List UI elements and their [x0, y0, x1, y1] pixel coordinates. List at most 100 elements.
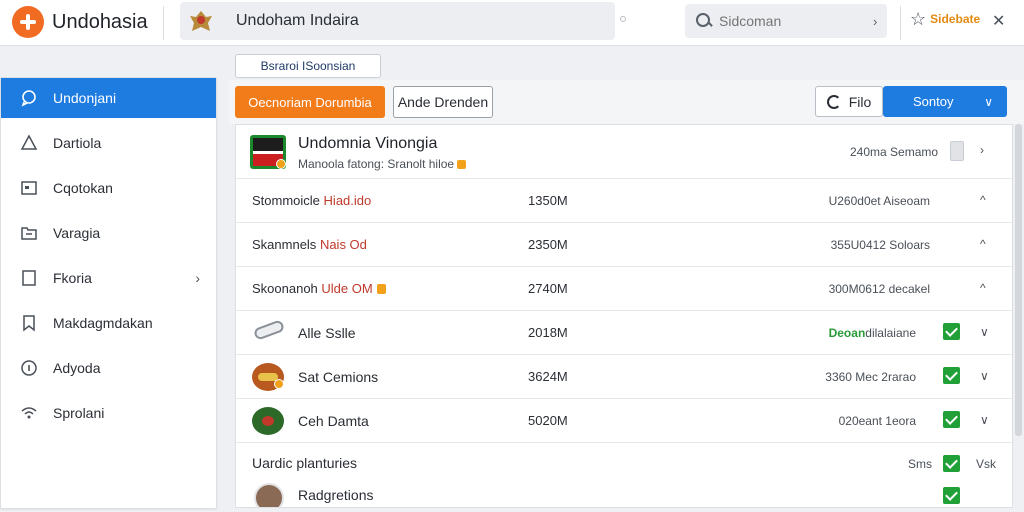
- sidebar-item-undonjani[interactable]: Undonjani: [1, 78, 216, 118]
- table-row[interactable]: Stommoicle Hiad.ido 1350M U260d0et Aiseo…: [236, 179, 1012, 223]
- sidebar-item-label: Sprolani: [53, 405, 105, 421]
- sidebar-item-cqotokan[interactable]: Cqotokan: [1, 168, 216, 208]
- item-name: Radgretions: [298, 487, 374, 503]
- tag-icon: [376, 284, 386, 294]
- item-name: Alle Sslle: [298, 325, 356, 341]
- sort-dropdown-button[interactable]: Sontoy ∨: [883, 86, 1007, 117]
- sidebar-item-sprolani[interactable]: Sprolani: [1, 393, 216, 433]
- item-meta: Deoandilalaiane: [828, 326, 916, 340]
- favorite-button[interactable]: ☆ Sidebate: [910, 10, 980, 28]
- list-item[interactable]: Alle Sslle 2018M Deoandilalaiane ∨: [236, 311, 1012, 355]
- document-icon[interactable]: [950, 141, 964, 161]
- section-meta: Sms: [908, 457, 932, 471]
- item-size: 3624M: [528, 369, 568, 384]
- table-row[interactable]: Skoonanoh Ulde OM 2740M 300M0612 decakel…: [236, 267, 1012, 311]
- sidebar-item-label: Dartiola: [53, 135, 102, 151]
- app-logo[interactable]: Undohasia: [12, 6, 148, 38]
- secondary-action-button[interactable]: Ande Drenden: [393, 86, 493, 118]
- sidebar: Undonjani Dartiola Cqotokan Varagia Fkor…: [0, 77, 217, 509]
- triangle-icon: [19, 133, 39, 153]
- avatar: [254, 483, 284, 507]
- checkbox-checked[interactable]: [943, 455, 960, 472]
- row-name: Skanmnels Nais Od: [252, 237, 367, 252]
- divider: [900, 6, 901, 40]
- primary-action-button[interactable]: Oecnoriam Dorumbia: [235, 86, 385, 118]
- sidebar-item-label: Varagia: [53, 225, 101, 241]
- chevron-up-icon[interactable]: ^: [980, 237, 986, 251]
- chevron-down-icon: ∨: [984, 94, 993, 109]
- chevron-down-icon[interactable]: ∨: [980, 413, 989, 427]
- sort-label: Sontoy: [913, 94, 954, 109]
- pill-icon: [252, 319, 286, 341]
- chevron-up-icon[interactable]: ^: [980, 193, 986, 207]
- chat-icon: [19, 88, 39, 108]
- panel-header[interactable]: Undomnia Vinongia Manoola fatong: Sranol…: [236, 125, 1012, 179]
- sidebar-item-adyoda[interactable]: Adyoda: [1, 348, 216, 388]
- sidebar-item-makdagmdakan[interactable]: Makdagmdakan: [1, 303, 216, 343]
- item-meta: 3360 Mec 2rarao: [825, 370, 916, 384]
- row-size: 2350M: [528, 237, 568, 252]
- bookmark-icon: [19, 313, 39, 333]
- checkbox-checked[interactable]: [943, 487, 960, 504]
- window-title: Undoham Indaira: [236, 12, 359, 29]
- search-box[interactable]: ›: [685, 4, 887, 38]
- document-icon: [19, 268, 39, 288]
- checkbox-checked[interactable]: [943, 367, 960, 384]
- chevron-right-icon[interactable]: ›: [873, 14, 877, 29]
- top-bar: Undohasia Undoham Indaira › ☆ Sidebate ✕: [0, 0, 1024, 46]
- section-title: Uardic planturies: [252, 455, 358, 471]
- filter-button[interactable]: Filo: [815, 86, 883, 117]
- logo-icon: [12, 6, 44, 38]
- chevron-up-icon[interactable]: ^: [980, 281, 986, 295]
- sidebar-item-label: Makdagmdakan: [53, 315, 153, 331]
- window-title-field[interactable]: Undoham Indaira: [180, 2, 615, 40]
- close-icon[interactable]: ✕: [992, 11, 1005, 31]
- search-input[interactable]: [719, 13, 859, 29]
- chevron-down-icon[interactable]: ∨: [980, 369, 989, 383]
- content-panel: Undomnia Vinongia Manoola fatong: Sranol…: [235, 124, 1013, 508]
- table-row[interactable]: Skanmnels Nais Od 2350M 355U0412 Soloars…: [236, 223, 1012, 267]
- sidebar-item-varagia[interactable]: Varagia: [1, 213, 216, 253]
- badge-icon: [276, 159, 286, 169]
- image-icon: [19, 178, 39, 198]
- emblem-icon: [186, 7, 216, 35]
- filter-label: Filo: [848, 93, 872, 110]
- row-meta: 355U0412 Soloars: [830, 238, 930, 252]
- chevron-right-icon[interactable]: ›: [980, 143, 984, 157]
- item-size: 2018M: [528, 325, 568, 340]
- list-item[interactable]: Ceh Damta 5020M 020eant 1eora ∨: [236, 399, 1012, 443]
- divider: [163, 6, 164, 40]
- list-item[interactable]: Sat Cemions 3624M 3360 Mec 2rarao ∨: [236, 355, 1012, 399]
- herb-icon: [252, 407, 284, 435]
- row-meta: U260d0et Aiseoam: [828, 194, 930, 208]
- sidebar-item-label: Adyoda: [53, 360, 101, 376]
- item-name: Sat Cemions: [298, 369, 379, 385]
- sidebar-item-label: Undonjani: [53, 90, 117, 106]
- badge-icon: [274, 379, 284, 389]
- checkbox-checked[interactable]: [943, 323, 960, 340]
- chevron-right-icon: ›: [195, 270, 200, 286]
- row-size: 1350M: [528, 193, 568, 208]
- star-icon: ☆: [910, 9, 927, 29]
- scrollbar[interactable]: [1015, 124, 1022, 436]
- sidebar-item-label: Fkoria: [53, 270, 92, 286]
- section-mini: Vsk: [976, 457, 997, 471]
- row-meta: 300M0612 decakel: [828, 282, 930, 296]
- status-dot-icon: [620, 16, 626, 22]
- sidebar-item-dartiola[interactable]: Dartiola: [1, 123, 216, 163]
- chevron-down-icon[interactable]: ∨: [980, 325, 989, 339]
- panel-subtitle: Manoola fatong: Sranolt hiloe: [298, 157, 467, 171]
- tab-main[interactable]: Bsraroi ISoonsian: [235, 54, 381, 78]
- item-size: 5020M: [528, 413, 568, 428]
- info-icon: [19, 358, 39, 378]
- panel-title: Undomnia Vinongia: [298, 135, 438, 152]
- panel-meta: 240ma Semamo: [850, 145, 939, 159]
- sidebar-item-label: Cqotokan: [53, 180, 113, 196]
- checkbox-checked[interactable]: [943, 411, 960, 428]
- search-icon: [695, 12, 713, 30]
- refresh-icon: [826, 94, 841, 109]
- item-name: Ceh Damta: [298, 413, 369, 429]
- sidebar-item-fkoria[interactable]: Fkoria ›: [1, 258, 216, 298]
- app-title: Undohasia: [52, 10, 148, 33]
- favorite-label: Sidebate: [930, 12, 981, 26]
